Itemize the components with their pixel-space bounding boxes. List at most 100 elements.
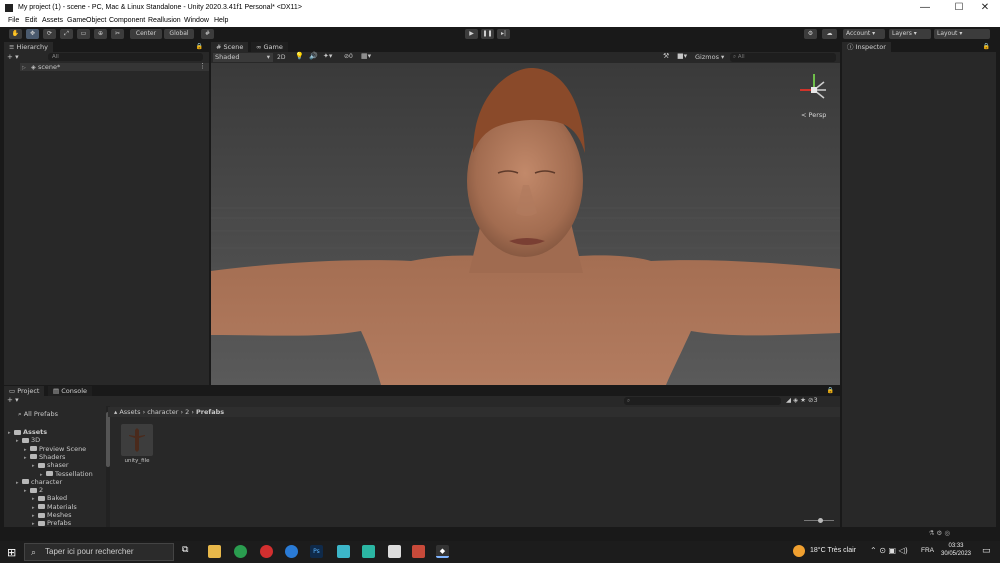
folder-tree-item[interactable]: ▸ 3D <box>16 436 40 444</box>
file-explorer-icon[interactable] <box>208 545 221 558</box>
menu-edit[interactable]: Edit <box>25 17 37 24</box>
pause-button[interactable]: ❚❚ <box>481 29 494 39</box>
breadcrumb-prefabs[interactable]: Prefabs <box>196 408 224 416</box>
menu-reallusion[interactable]: Reallusion <box>148 17 181 24</box>
iclone-icon[interactable] <box>362 545 375 558</box>
notifications-icon[interactable]: ▭ <box>982 546 991 556</box>
collab-icon[interactable]: ⚙ <box>804 29 817 39</box>
expand-arrow-icon[interactable]: ▷ <box>22 65 26 71</box>
project-search-input[interactable]: ⌕ <box>624 397 781 405</box>
rotate-tool-icon[interactable]: ⟳ <box>43 29 56 39</box>
character-creator-icon[interactable] <box>337 545 350 558</box>
menu-component[interactable]: Component <box>109 17 145 24</box>
step-button[interactable]: ▸| <box>497 29 510 39</box>
unity-editor-icon[interactable]: ◆ <box>436 545 449 558</box>
folder-tree-item[interactable]: ▸ Tessellation <box>40 470 93 478</box>
menu-help[interactable]: Help <box>214 17 228 24</box>
minimize-button[interactable]: — <box>910 1 940 15</box>
hidden-objects-toggle[interactable]: ⊘0 <box>344 53 353 60</box>
taskbar-search-input[interactable]: ⌕ Taper ici pour rechercher <box>24 543 174 561</box>
rect-tool-icon[interactable]: ▭ <box>77 29 90 39</box>
account-dropdown[interactable]: Account ▾ <box>843 29 885 39</box>
scale-tool-icon[interactable]: ⤢ <box>60 29 73 39</box>
tab-hierarchy[interactable]: ≡ Hierarchy <box>4 42 53 52</box>
tab-console[interactable]: ▤ Console <box>48 386 93 396</box>
transform-tool-icon[interactable]: ⊕ <box>94 29 107 39</box>
project-add-button[interactable]: + ▾ <box>7 396 19 404</box>
effects-toggle-icon[interactable]: ✦▾ <box>323 52 332 60</box>
grid-snap-icon[interactable]: # <box>201 29 214 39</box>
lighting-toggle-icon[interactable]: 💡 <box>295 52 304 60</box>
scene-viewport[interactable]: < Persp <box>211 63 840 385</box>
weather-icon[interactable] <box>793 545 805 557</box>
pivot-center-button[interactable]: Center <box>130 29 162 39</box>
folder-tree-item[interactable]: ▸ Baked <box>32 494 67 502</box>
folder-tree-item[interactable]: ▸ Assets <box>8 428 47 436</box>
favorites-all-prefabs[interactable]: ⌕ All Prefabs <box>18 410 58 419</box>
grid-toggle-icon[interactable]: ▦▾ <box>361 52 371 60</box>
cloud-icon[interactable]: ☁ <box>822 29 837 39</box>
pivot-global-button[interactable]: Global <box>164 29 194 39</box>
tab-project[interactable]: ▭ Project <box>4 386 45 396</box>
clock[interactable]: 03:33 30/05/2023 <box>939 543 973 557</box>
audio-toggle-icon[interactable]: 🔊 <box>309 52 318 60</box>
folder-tree-item[interactable]: ▸ Materials <box>32 503 77 511</box>
breadcrumb-assets[interactable]: Assets <box>119 408 140 416</box>
weather-text[interactable]: 18°C Très clair <box>810 547 856 554</box>
tray-icons[interactable]: ⌃ ⊙ ▣ ◁) <box>870 546 908 555</box>
menu-file[interactable]: File <box>8 17 19 24</box>
windows-start-icon[interactable]: ⊞ <box>7 546 16 559</box>
folder-tree-item[interactable]: ▸ Preview Scene <box>24 445 86 453</box>
scene-search-input[interactable]: ⌕ All <box>730 53 836 62</box>
unity-hub-icon[interactable] <box>388 545 401 558</box>
chrome-icon[interactable] <box>234 545 247 558</box>
hierarchy-add-button[interactable]: + ▾ <box>7 53 19 61</box>
folder-tree-scrollbar[interactable] <box>106 406 110 527</box>
scene-row[interactable]: ▷ ◈ scene* ⋮ <box>20 62 209 71</box>
folder-tree-item[interactable]: ▸ Meshes <box>32 511 72 519</box>
project-lock-icon[interactable]: 🔒 <box>827 387 834 394</box>
close-button[interactable]: ✕ <box>970 1 1000 15</box>
language-indicator[interactable]: FRA <box>921 547 934 554</box>
status-icons[interactable]: ⚗ ⚙ ◎ <box>929 529 950 537</box>
gizmos-dropdown[interactable]: Gizmos ▾ <box>695 53 724 61</box>
project-filter-icons[interactable]: ◢ ◈ ★ ⊘3 <box>786 396 818 404</box>
tab-inspector[interactable]: ⓘ Inspector <box>842 42 891 52</box>
menu-gameobject[interactable]: GameObject <box>67 17 106 24</box>
folder-tree-item[interactable]: ▸ Shaders <box>24 453 65 461</box>
hierarchy-search-input[interactable]: All <box>48 53 203 61</box>
scene-menu-icon[interactable]: ⋮ <box>199 62 206 70</box>
menu-window[interactable]: Window <box>184 17 209 24</box>
hand-tool-icon[interactable]: ✋ <box>9 29 22 39</box>
tools-icon[interactable]: ⚒ <box>663 52 669 60</box>
breadcrumb-character[interactable]: character <box>147 408 178 416</box>
asset-thumbnail[interactable] <box>121 424 153 456</box>
task-view-icon[interactable]: ⧉ <box>182 545 195 558</box>
breadcrumb-2[interactable]: 2 <box>185 408 189 416</box>
folder-tree-item[interactable]: ▸ Prefabs <box>32 519 71 527</box>
tab-scene[interactable]: # Scene <box>211 42 249 52</box>
persp-label[interactable]: < Persp <box>801 111 826 119</box>
custom-tool-icon[interactable]: ✂ <box>111 29 124 39</box>
photoshop-icon[interactable]: Ps <box>310 545 323 558</box>
layout-dropdown[interactable]: Layout ▾ <box>934 29 990 39</box>
2d-toggle[interactable]: 2D <box>277 53 289 62</box>
camera-icon[interactable]: ■▾ <box>677 52 687 60</box>
tab-game[interactable]: ∞ Game <box>251 42 288 52</box>
play-button[interactable]: ▶ <box>465 29 478 39</box>
ccleaner-icon[interactable] <box>285 545 298 558</box>
folder-tree-item[interactable]: ▸ shaser <box>32 461 69 469</box>
lock-icon[interactable]: 🔒 <box>196 43 203 50</box>
layers-dropdown[interactable]: Layers ▾ <box>889 29 931 39</box>
zoom-slider[interactable] <box>804 518 834 523</box>
winrar-icon[interactable] <box>412 545 425 558</box>
folder-tree-item[interactable]: ▸ 2 <box>24 486 43 494</box>
folder-tree-item[interactable]: ▸ character <box>16 478 62 486</box>
orientation-gizmo[interactable] <box>800 74 826 99</box>
shading-dropdown[interactable]: Shaded ▾ <box>213 53 273 62</box>
menu-assets[interactable]: Assets <box>42 17 63 24</box>
opera-icon[interactable] <box>260 545 273 558</box>
folder-icon <box>38 495 45 501</box>
move-tool-icon[interactable]: ✥ <box>26 29 39 39</box>
inspector-lock-icon[interactable]: 🔒 <box>983 43 990 50</box>
